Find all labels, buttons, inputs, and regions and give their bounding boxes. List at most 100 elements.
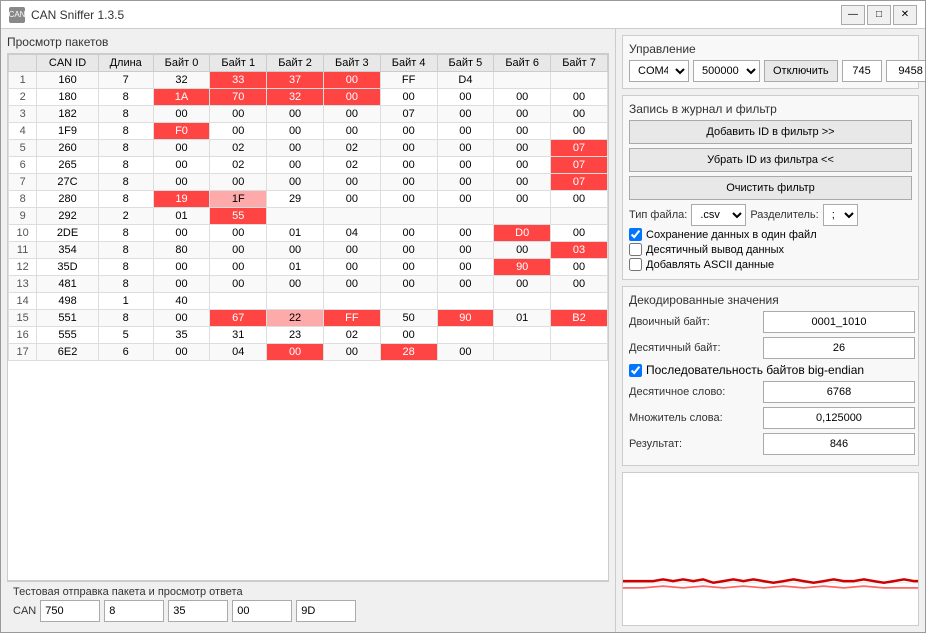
table-cell: 00 — [153, 259, 210, 276]
test-input-2[interactable] — [104, 600, 164, 622]
save-one-file-checkbox[interactable] — [629, 228, 642, 241]
table-row[interactable]: 1348180000000000000000 — [9, 276, 608, 293]
table-cell: 40 — [153, 293, 210, 310]
table-cell: 00 — [551, 276, 608, 293]
table-cell: 00 — [153, 140, 210, 157]
table-cell: 8 — [98, 310, 153, 327]
table-cell: 00 — [437, 225, 494, 242]
table-cell: 00 — [494, 276, 551, 293]
delimiter-select[interactable]: ; — [823, 204, 858, 226]
table-cell: 07 — [551, 140, 608, 157]
remove-id-button[interactable]: Убрать ID из фильтра << — [629, 148, 912, 172]
disconnect-button[interactable]: Отключить — [764, 60, 838, 82]
table-cell: 35 — [153, 327, 210, 344]
table-cell — [551, 344, 608, 361]
table-cell: 00 — [380, 174, 437, 191]
col-b2: Байт 2 — [267, 55, 324, 72]
baudrate-select[interactable]: 500000 — [693, 60, 760, 82]
big-endian-checkbox[interactable] — [629, 364, 642, 377]
decimal-word-input[interactable] — [763, 381, 915, 403]
table-cell: 00 — [437, 174, 494, 191]
chart-section — [622, 472, 919, 626]
test-input-3[interactable] — [168, 600, 228, 622]
packet-table-container[interactable]: CAN ID Длина Байт 0 Байт 1 Байт 2 Байт 3… — [7, 53, 609, 581]
row-number: 17 — [9, 344, 37, 361]
multiplier-input[interactable] — [763, 407, 915, 429]
table-row[interactable]: 1235D80000010000009000 — [9, 259, 608, 276]
table-cell — [323, 208, 380, 225]
table-cell: 00 — [437, 140, 494, 157]
table-cell: 00 — [323, 174, 380, 191]
table-cell: 00 — [380, 225, 437, 242]
table-cell: 27C — [37, 174, 99, 191]
big-endian-label: Последовательность байтов big-endian — [646, 363, 864, 377]
test-input-4[interactable] — [232, 600, 292, 622]
table-cell: 00 — [494, 157, 551, 174]
table-row[interactable]: 318280000000007000000 — [9, 106, 608, 123]
add-ascii-checkbox[interactable] — [629, 258, 642, 271]
bottom-inputs-row: CAN — [13, 600, 603, 622]
table-row[interactable]: 626580002000200000007 — [9, 157, 608, 174]
table-row[interactable]: 82808191F290000000000 — [9, 191, 608, 208]
com-port-select[interactable]: COM4 — [629, 60, 689, 82]
table-cell: 00 — [210, 225, 267, 242]
table-cell: 00 — [380, 327, 437, 344]
table-cell: 37 — [267, 72, 324, 89]
table-row[interactable]: 176E26000400002800 — [9, 344, 608, 361]
binary-value-input[interactable] — [763, 311, 915, 333]
decimal-value-input[interactable] — [763, 337, 915, 359]
control-title: Управление — [629, 42, 912, 56]
col-b5: Байт 5 — [437, 55, 494, 72]
val1-input[interactable] — [842, 60, 882, 82]
table-row[interactable]: 929220155 — [9, 208, 608, 225]
file-type-select[interactable]: .csv — [691, 204, 746, 226]
table-cell — [210, 293, 267, 310]
table-cell: 00 — [323, 344, 380, 361]
test-input-1[interactable] — [40, 600, 100, 622]
table-cell: 33 — [210, 72, 267, 89]
clear-filter-button[interactable]: Очистить фильтр — [629, 176, 912, 200]
row-number: 4 — [9, 123, 37, 140]
table-cell: 00 — [267, 344, 324, 361]
minimize-button[interactable]: — — [841, 5, 865, 25]
table-cell: 8 — [98, 106, 153, 123]
test-input-5[interactable] — [296, 600, 356, 622]
table-cell: 00 — [267, 106, 324, 123]
table-row[interactable]: 218081A70320000000000 — [9, 89, 608, 106]
table-cell: 00 — [323, 242, 380, 259]
add-id-button[interactable]: Добавить ID в фильтр >> — [629, 120, 912, 144]
file-type-row: Тип файла: .csv Разделитель: ; — [629, 204, 912, 226]
col-len: Длина — [98, 55, 153, 72]
table-row[interactable]: 727C80000000000000007 — [9, 174, 608, 191]
table-cell — [267, 208, 324, 225]
title-bar: CAN CAN Sniffer 1.3.5 — □ ✕ — [1, 1, 925, 29]
row-number: 14 — [9, 293, 37, 310]
table-row[interactable]: 41F98F000000000000000 — [9, 123, 608, 140]
table-cell: 00 — [551, 123, 608, 140]
result-input[interactable] — [763, 433, 915, 455]
row-number: 11 — [9, 242, 37, 259]
table-row[interactable]: 1135488000000000000003 — [9, 242, 608, 259]
table-row[interactable]: 526080002000200000007 — [9, 140, 608, 157]
maximize-button[interactable]: □ — [867, 5, 891, 25]
row-number: 10 — [9, 225, 37, 242]
table-cell — [267, 293, 324, 310]
right-panel: Управление COM4 500000 Отключить Запись … — [615, 29, 925, 632]
table-cell: 00 — [494, 106, 551, 123]
table-cell: 00 — [210, 106, 267, 123]
table-row[interactable]: 1655553531230200 — [9, 327, 608, 344]
result-label: Результат: — [629, 438, 759, 450]
table-row[interactable]: 155518006722FF509001B2 — [9, 310, 608, 327]
table-cell: 00 — [437, 123, 494, 140]
table-cell: 00 — [380, 242, 437, 259]
val2-input[interactable] — [886, 60, 925, 82]
decimal-output-checkbox[interactable] — [629, 243, 642, 256]
table-row[interactable]: 14498140 — [9, 293, 608, 310]
table-cell: B2 — [551, 310, 608, 327]
save-one-file-label: Сохранение данных в один файл — [646, 229, 817, 241]
table-cell: 00 — [210, 259, 267, 276]
close-button[interactable]: ✕ — [893, 5, 917, 25]
table-row[interactable]: 102DE8000001040000D000 — [9, 225, 608, 242]
table-row[interactable]: 1160732333700FFD4 — [9, 72, 608, 89]
table-cell: 00 — [494, 123, 551, 140]
